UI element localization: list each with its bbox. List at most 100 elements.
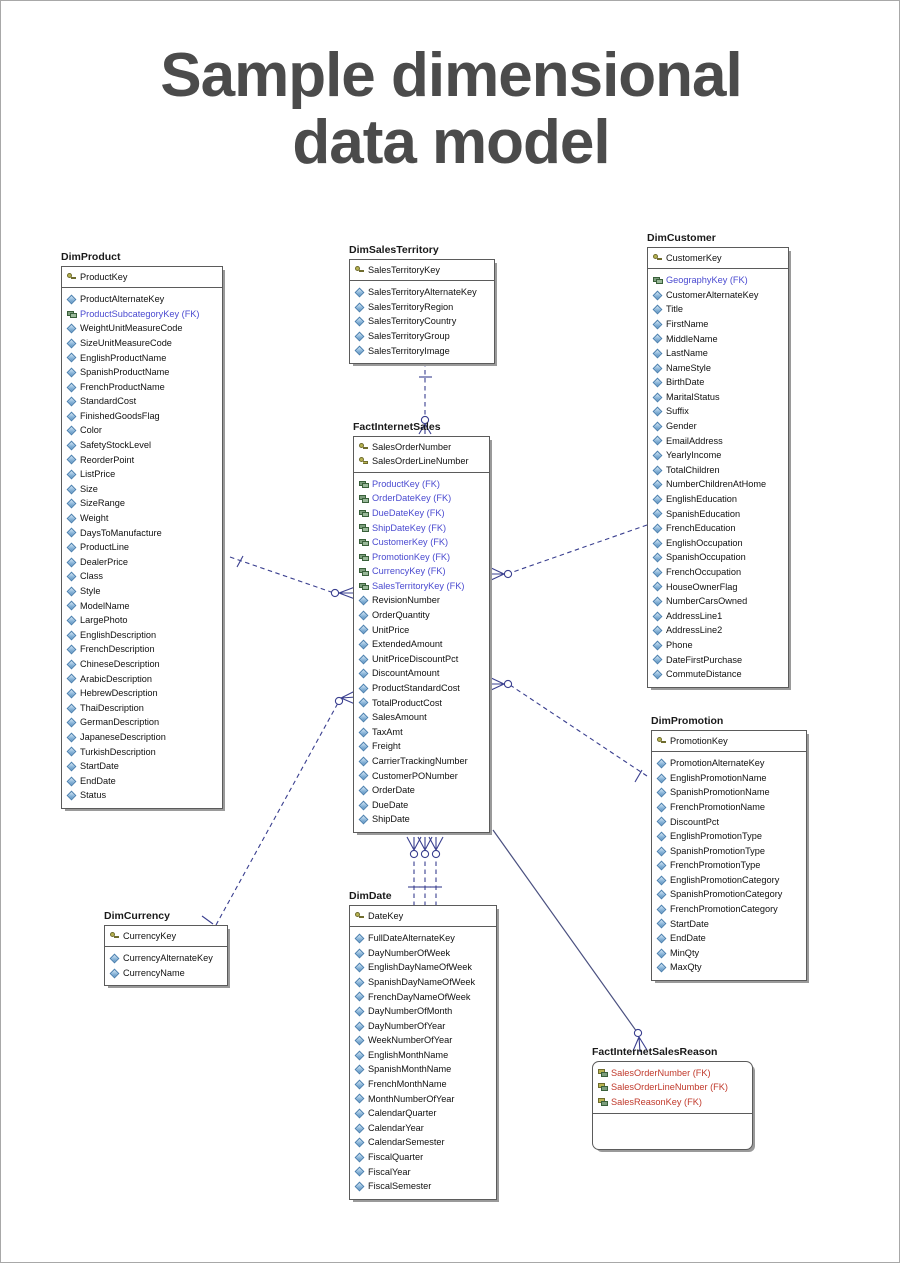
foreign-key-icon xyxy=(358,508,369,519)
attribute-diamond-icon xyxy=(358,639,369,650)
attribute: LastName xyxy=(652,346,786,361)
attribute-diamond-icon xyxy=(652,406,663,417)
attribute: Style xyxy=(66,584,220,599)
attribute-diamond-icon xyxy=(66,761,77,772)
attribute: EmailAddress xyxy=(652,434,786,449)
attribute: UnitPriceDiscountPct xyxy=(358,652,487,667)
foreign-key-icon xyxy=(358,537,369,548)
attribute-diamond-icon xyxy=(652,552,663,563)
attribute-diamond-icon xyxy=(652,304,663,315)
attribute-label: AddressLine2 xyxy=(666,625,723,636)
attribute-diamond-icon xyxy=(66,469,77,480)
attribute: SpanishMonthName xyxy=(354,1062,494,1077)
attribute: Weight xyxy=(66,511,220,526)
attribute-diamond-icon xyxy=(354,948,365,959)
primary-key-section: DateKey xyxy=(350,906,496,928)
attribute-label: SalesOrderLineNumber (FK) xyxy=(611,1082,728,1093)
attribute-diamond-icon xyxy=(66,557,77,568)
foreign-key-icon xyxy=(66,309,77,320)
attribute: FinishedGoodsFlag xyxy=(66,409,220,424)
attribute-label: CalendarSemester xyxy=(368,1137,445,1148)
attribute: HouseOwnerFlag xyxy=(652,580,786,595)
attribute-label: DaysToManufacture xyxy=(80,527,162,538)
attribute-label: ProductAlternateKey xyxy=(80,294,165,305)
attribute: ExtendedAmount xyxy=(358,637,487,652)
attribute: FrenchPromotionCategory xyxy=(656,902,804,917)
attribute: DiscountPct xyxy=(656,815,804,830)
attribute: EnglishMonthName xyxy=(354,1048,494,1063)
attribute: Freight xyxy=(358,739,487,754)
attribute-label: TotalProductCost xyxy=(372,697,442,708)
attribute: OrderQuantity xyxy=(358,608,487,623)
attribute: EnglishPromotionType xyxy=(656,829,804,844)
foreign-key-icon xyxy=(358,552,369,563)
entity-fact-internet-sales[interactable]: FactInternetSales SalesOrderNumber SalesO… xyxy=(353,421,490,833)
entity-dim-promotion[interactable]: DimPromotion PromotionKey PromotionAlter… xyxy=(651,715,807,982)
entity-box: CustomerKey GeographyKey (FK) CustomerAlt… xyxy=(647,246,789,688)
attribute: SalesTerritoryCountry xyxy=(354,314,492,329)
entity-dim-sales-territory[interactable]: DimSalesTerritory SalesTerritoryKey Sale… xyxy=(349,244,495,365)
attribute-diamond-icon xyxy=(358,770,369,781)
attribute-label: Title xyxy=(666,304,684,315)
entity-dim-customer[interactable]: DimCustomer CustomerKey GeographyKey (FK… xyxy=(647,232,789,688)
attribute-label: FrenchPromotionCategory xyxy=(670,904,778,915)
attribute-label: EndDate xyxy=(80,775,116,786)
attribute-label: ProductSubcategoryKey (FK) xyxy=(80,308,200,319)
attribute: StartDate xyxy=(656,917,804,932)
fk-attribute: OrderDateKey (FK) xyxy=(358,491,487,506)
attribute-label: DateFirstPurchase xyxy=(666,654,743,665)
attribute: TaxAmt xyxy=(358,725,487,740)
attribute-section: PromotionAlternateKey EnglishPromotionNam… xyxy=(652,752,806,980)
attribute-label: SalesTerritoryRegion xyxy=(368,301,454,312)
attribute: CustomerPONumber xyxy=(358,769,487,784)
attribute-label: WeightUnitMeasureCode xyxy=(80,323,183,334)
fk-attribute: DueDateKey (FK) xyxy=(358,506,487,521)
entity-dim-product[interactable]: DimProduct ProductKey ProductAlternateKe… xyxy=(61,251,223,809)
primary-key-section: ProductKey xyxy=(62,267,222,289)
attribute-label: WeekNumberOfYear xyxy=(368,1035,453,1046)
attribute-diamond-icon xyxy=(652,523,663,534)
attribute-label: CurrencyName xyxy=(123,967,185,978)
attribute: SalesTerritoryImage xyxy=(354,344,492,359)
attribute-label: EnglishMonthName xyxy=(368,1049,449,1060)
attribute: SpanishEducation xyxy=(652,507,786,522)
attribute-label: LastName xyxy=(666,348,708,359)
fk-attribute: PromotionKey (FK) xyxy=(358,550,487,565)
primary-key-icon xyxy=(358,456,369,467)
attribute: Title xyxy=(652,302,786,317)
entity-title: DimDate xyxy=(349,890,392,902)
attribute: SpanishDayNameOfWeek xyxy=(354,975,494,990)
entity-dim-date[interactable]: DimDate DateKey FullDateAlternateKey DayN… xyxy=(349,890,497,1200)
attribute-label: SalesOrderNumber (FK) xyxy=(611,1067,711,1078)
attribute: WeekNumberOfYear xyxy=(354,1033,494,1048)
primary-key-icon xyxy=(66,271,77,282)
attribute: SpanishPromotionName xyxy=(656,785,804,800)
attribute: CurrencyAlternateKey xyxy=(109,951,225,966)
attribute: ProductStandardCost xyxy=(358,681,487,696)
attribute-diamond-icon xyxy=(652,377,663,388)
pk-attribute: CustomerKey xyxy=(652,251,786,266)
attribute-diamond-icon xyxy=(66,527,77,538)
attribute-diamond-icon xyxy=(656,831,667,842)
attribute-diamond-icon xyxy=(354,1166,365,1177)
attribute: SalesAmount xyxy=(358,710,487,725)
attribute-diamond-icon xyxy=(358,800,369,811)
rel-dimpromotion-factinternetsales xyxy=(488,676,648,783)
attribute-diamond-icon xyxy=(354,1152,365,1163)
attribute-label: SafetyStockLevel xyxy=(80,440,151,451)
entity-title: DimPromotion xyxy=(651,715,724,727)
attribute-label: ThaiDescription xyxy=(80,702,144,713)
attribute-diamond-icon xyxy=(66,571,77,582)
attribute-label: TurkishDescription xyxy=(80,746,156,757)
attribute: MaritalStatus xyxy=(652,390,786,405)
attribute: DueDate xyxy=(358,798,487,813)
attribute: MaxQty xyxy=(656,960,804,975)
primary-key-section: CustomerKey xyxy=(648,248,788,270)
attribute-diamond-icon xyxy=(66,746,77,757)
entity-dim-currency[interactable]: DimCurrency CurrencyKey CurrencyAlternat… xyxy=(104,910,228,987)
pk-attribute: PromotionKey xyxy=(656,734,804,749)
primary-key-section: SalesOrderNumber (FK) SalesOrderLineNumbe… xyxy=(593,1062,752,1115)
entity-fact-internet-sales-reason[interactable]: FactInternetSalesReason SalesOrderNumber… xyxy=(592,1046,753,1151)
attribute: ShipDate xyxy=(358,812,487,827)
foreign-key-icon xyxy=(358,493,369,504)
